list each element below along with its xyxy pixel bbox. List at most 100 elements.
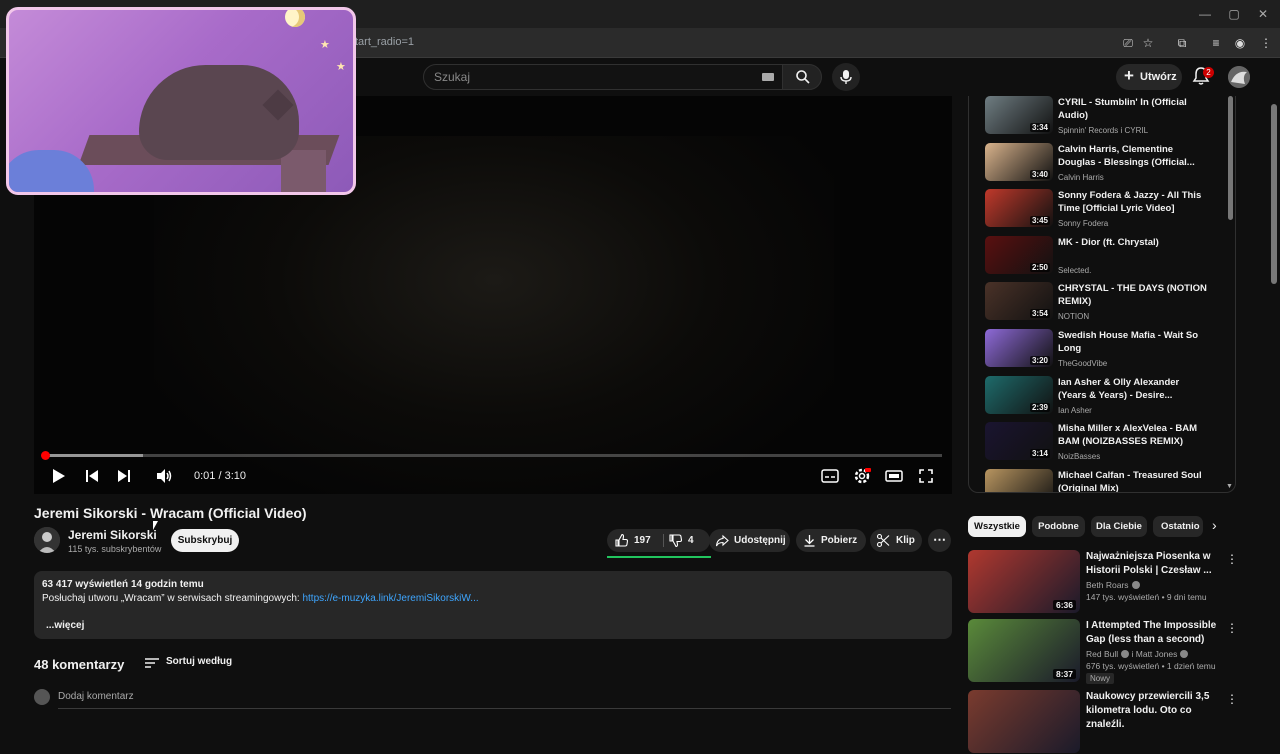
playlist-item-title[interactable]: CYRIL - Stumblin' In (Official Audio) [1058,96,1208,122]
download-button[interactable]: Pobierz [796,529,866,552]
playlist-item-title[interactable]: Misha Miller x AlexVelea - BAM BAM (NOIZ… [1058,422,1208,448]
user-avatar[interactable] [1228,66,1250,88]
url-text[interactable]: tart_radio=1 [355,36,414,48]
playlist-item-title[interactable]: Ian Asher & Olly Alexander (Years & Year… [1058,376,1208,402]
playlist-item-title[interactable]: Michael Calfan - Treasured Soul (Origina… [1058,469,1208,492]
subtitles-icon[interactable] [820,466,840,486]
playlist-thumbnail[interactable]: 3:34 [985,96,1053,134]
playlist-item[interactable]: 2:39 Ian Asher & Olly Alexander (Years & … [985,375,1231,418]
like-button[interactable]: 197 [607,529,663,552]
chip-related[interactable]: Podobne [1032,516,1085,537]
channel-name[interactable]: Beth Roars [1086,580,1140,590]
page-scrollbar[interactable] [1271,104,1277,284]
playlist-item-title[interactable]: CHRYSTAL - THE DAYS (NOTION REMIX) [1058,282,1208,308]
search-box[interactable]: Szukaj [423,64,783,90]
extensions-icon[interactable]: ⧉ [1174,35,1190,51]
bookmark-star-icon[interactable]: ☆ [1140,35,1156,51]
minimize-icon[interactable]: — [1197,6,1213,22]
playlist-thumbnail[interactable]: 3:20 [985,329,1053,367]
playlist-item-title[interactable]: MK - Dior (ft. Chrystal) [1058,236,1208,249]
channel-name-text[interactable]: Red Bull [1086,649,1118,659]
mix-playlist-panel[interactable]: ▼ 3:34 CYRIL - Stumblin' In (Official Aud… [968,96,1236,493]
recommended-video[interactable]: Naukowcy przewiercili 3,5 kilometra lodu… [968,690,1238,754]
playlist-item-title[interactable]: Sonny Fodera & Jazzy - All This Time [Of… [1058,189,1208,215]
maximize-icon[interactable]: ▢ [1226,6,1242,22]
playlist-thumbnail[interactable]: 3:54 [985,282,1053,321]
playlist-item[interactable]: 3:14 Misha Miller x AlexVelea - BAM BAM (… [985,422,1231,464]
share-label: Udostępnij [734,535,786,546]
chip-all[interactable]: Wszystkie [968,516,1026,537]
subscriber-count: 115 tys. subskrybentów [68,544,162,554]
show-more-button[interactable]: ...więcej [46,620,84,631]
channel-name-secondary[interactable]: i Matt Jones [1132,649,1178,659]
playlist-thumbnail[interactable]: 2:50 [985,235,1053,274]
video-title[interactable]: Najważniejsza Piosenka w Historii Polski… [1086,550,1226,578]
more-menu-icon[interactable]: ⋮ [1258,35,1274,51]
chip-for-you[interactable]: Dla Ciebie [1091,516,1147,537]
playlist-thumbnail[interactable]: 3:45 [985,189,1053,228]
voice-search-button[interactable] [832,63,860,91]
more-horizontal-icon: ⋯ [933,532,946,547]
more-vertical-icon[interactable]: ⋮ [1226,552,1238,566]
chevron-right-icon[interactable]: › [1212,517,1228,535]
fullscreen-icon[interactable] [916,466,936,486]
playlist-item[interactable]: 3:45 Sonny Fodera & Jazzy - All This Time… [985,189,1231,231]
playlist-item[interactable]: 4:24Michael Calfan - Treasured Soul (Ori… [985,468,1231,492]
chip-recent[interactable]: Ostatnio [1153,516,1203,537]
share-button[interactable]: Udostępnij [709,529,790,552]
video-title[interactable]: Naukowcy przewiercili 3,5 kilometra lodu… [1086,690,1226,732]
search-button[interactable] [782,64,822,90]
search-input[interactable]: Szukaj [434,70,470,84]
recommended-video[interactable]: 8:37 I Attempted The Impossible Gap (less… [968,619,1238,684]
playlist-item-title[interactable]: Calvin Harris, Clementine Douglas - Bles… [1058,143,1208,169]
progress-scrubber[interactable] [41,451,50,460]
clip-button[interactable]: Klip [870,529,922,552]
channel-name-text[interactable]: Beth Roars [1086,580,1129,590]
more-vertical-icon[interactable]: ⋮ [1226,692,1238,706]
playlist-item[interactable]: 2:50 MK - Dior (ft. Chrystal) Selected. [985,235,1231,278]
video-thumbnail[interactable] [968,690,1080,753]
video-thumbnail[interactable]: 8:37 [968,619,1080,682]
create-button[interactable]: + Utwórz [1116,64,1182,90]
previous-icon[interactable] [82,466,102,486]
playlist-item[interactable]: 3:54 CHRYSTAL - THE DAYS (NOTION REMIX) NO… [985,282,1231,324]
add-comment-input[interactable]: Dodaj komentarz [58,691,134,702]
playlist-thumbnail[interactable]: 4:24 [985,468,1053,492]
next-icon[interactable] [114,466,134,486]
channel-name[interactable]: Red Bull i Matt Jones [1086,649,1189,659]
playlist-thumbnail[interactable]: 3:40 [985,142,1053,181]
theater-mode-icon[interactable] [884,466,904,486]
video-title[interactable]: I Attempted The Impossible Gap (less tha… [1086,619,1226,647]
media-control-icon[interactable]: ≡ [1208,35,1224,51]
recommended-video[interactable]: 6:36 Najważniejsza Piosenka w Historii Po… [968,550,1238,614]
profile-icon[interactable]: ◉ [1232,35,1248,51]
dislike-button[interactable]: 4 [664,529,710,552]
playlist-item-title[interactable]: Swedish House Mafia - Wait So Long [1058,329,1208,355]
install-app-icon[interactable]: ⎚ [1120,35,1136,51]
keyboard-icon[interactable] [762,73,774,81]
description-box[interactable]: 63 417 wyświetleń 14 godzin temu Posłuch… [34,571,952,639]
more-vertical-icon[interactable]: ⋮ [1226,621,1238,635]
progress-bar[interactable] [44,454,942,457]
duration-badge: 3:40 [1029,169,1050,179]
settings-gear-icon[interactable] [852,466,872,486]
description-link[interactable]: https://e-muzyka.link/JeremiSikorskiW... [302,593,478,604]
verified-icon [1121,650,1130,658]
more-actions-button[interactable]: ⋯ [928,529,951,552]
playlist-item[interactable]: 3:34 CYRIL - Stumblin' In (Official Audio… [985,96,1231,138]
playlist-thumbnail[interactable]: 3:14 [985,422,1053,461]
sort-icon[interactable] [145,658,159,668]
channel-avatar[interactable] [34,527,60,553]
close-icon[interactable]: ✕ [1255,6,1271,22]
volume-icon[interactable] [154,466,174,486]
playlist-thumbnail[interactable]: 2:39 [985,375,1053,414]
subscribe-button[interactable]: Subskrybuj [171,529,239,552]
dislike-count: 4 [688,535,694,546]
playlist-item[interactable]: 3:20 Swedish House Mafia - Wait So Long Th… [985,329,1231,371]
playlist-item[interactable]: 3:40 Calvin Harris, Clementine Douglas - … [985,142,1231,185]
video-thumbnail[interactable]: 6:36 [968,550,1080,613]
playlist-item-channel: Selected. [1058,265,1092,275]
channel-name[interactable]: Jeremi Sikorski [68,528,157,542]
play-icon[interactable] [48,466,68,486]
sort-button[interactable]: Sortuj według [166,656,232,667]
